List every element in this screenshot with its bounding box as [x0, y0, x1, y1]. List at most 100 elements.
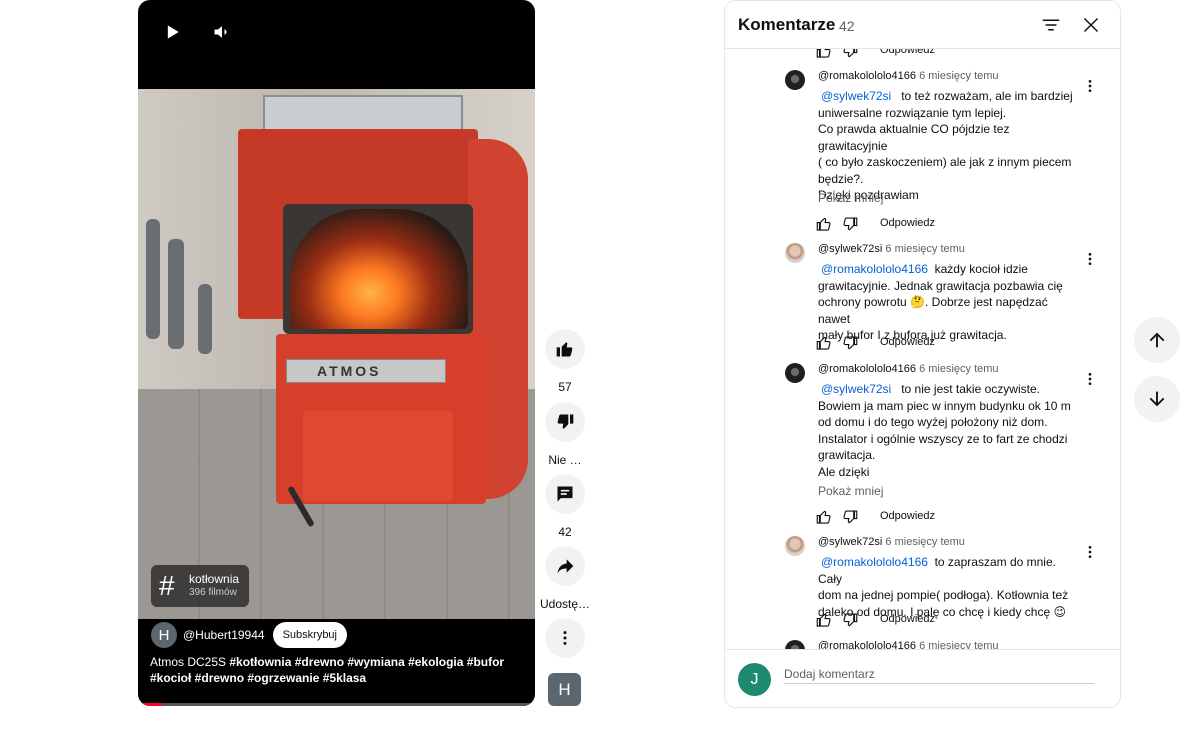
reply-button[interactable]: Odpowiedz: [880, 613, 935, 625]
comment-actions: Odpowiedz: [815, 215, 1015, 233]
comment-menu-icon[interactable]: [1082, 371, 1098, 387]
comment-time: 6 miesięcy temu: [885, 536, 965, 548]
reply-button[interactable]: Odpowiedz: [880, 510, 935, 522]
comment-author[interactable]: @sylwek72si: [818, 536, 882, 548]
comment-avatar[interactable]: [785, 640, 805, 649]
comment-icon: [557, 486, 573, 502]
dislike-action: Nie …: [545, 402, 585, 467]
comment-meta: @romakolololo4166 6 miesięcy temu: [818, 363, 999, 375]
channel-mini-avatar[interactable]: H: [548, 673, 581, 706]
thumbs-up-icon: [556, 342, 573, 357]
comment-actions: Odpowiedz: [815, 508, 1015, 526]
thumbs-down-icon[interactable]: [841, 508, 859, 526]
comment-mention[interactable]: @romakolololo4166: [821, 262, 928, 276]
comment-avatar[interactable]: [785, 243, 805, 263]
share-label: Udostę…: [539, 597, 591, 611]
hashtag-chip[interactable]: # kotłownia 396 filmów: [151, 565, 249, 607]
thumbs-up-icon[interactable]: [815, 611, 833, 629]
comments-list[interactable]: Odpowiedz @romakolololo4166 6 miesięcy t…: [725, 49, 1120, 649]
channel-avatar[interactable]: H: [151, 622, 177, 648]
comments-button[interactable]: [545, 474, 585, 514]
share-icon: [557, 559, 574, 574]
volume-icon[interactable]: [210, 20, 234, 44]
comment-mention[interactable]: @sylwek72si: [821, 89, 891, 103]
comment-meta: @sylwek72si 6 miesięcy temu: [818, 243, 965, 255]
comment-author[interactable]: @romakolololo4166: [818, 640, 916, 649]
comment-mention[interactable]: @romakolololo4166: [821, 555, 928, 569]
thumbs-up-icon[interactable]: [815, 508, 833, 526]
comments-title: Komentarze: [738, 15, 836, 34]
play-icon[interactable]: [160, 20, 184, 44]
thumbs-down-icon[interactable]: [841, 215, 859, 233]
video-player[interactable]: ATMOS # kotłownia 396 filmów H @Hubert19…: [138, 0, 535, 706]
close-icon[interactable]: [1080, 14, 1102, 36]
comment-avatar[interactable]: [785, 536, 805, 556]
comment-actions: Odpowiedz: [815, 334, 1015, 352]
sort-icon[interactable]: [1040, 14, 1062, 36]
subscribe-button[interactable]: Subskrybuj: [272, 622, 347, 648]
arrow-up-icon: [1149, 332, 1165, 348]
video-title-tags-1[interactable]: #kotłownia #drewno #wymiana #ekologia #b…: [229, 655, 504, 669]
more-button[interactable]: [545, 618, 585, 658]
thumbs-down-icon[interactable]: [841, 611, 859, 629]
comment-actions-previous: Odpowiedz: [815, 49, 1015, 60]
comment-avatar[interactable]: [785, 70, 805, 90]
comments-panel: Odpowiedz @romakolololo4166 6 miesięcy t…: [724, 0, 1121, 708]
shorts-page: ATMOS # kotłownia 396 filmów H @Hubert19…: [0, 0, 1200, 739]
comment-menu-icon[interactable]: [1082, 78, 1098, 94]
comment-mention[interactable]: @sylwek72si: [821, 382, 891, 396]
hashtag-icon: #: [159, 570, 175, 601]
comment-author[interactable]: @romakolololo4166: [818, 70, 916, 82]
previous-video-button[interactable]: [1134, 317, 1180, 363]
comment-time: 6 miesięcy temu: [919, 640, 999, 649]
comment-text: @romakolololo4166 każdy kocioł idzie gra…: [818, 262, 1063, 342]
reply-button[interactable]: Odpowiedz: [880, 336, 935, 348]
comment-author[interactable]: @sylwek72si: [818, 243, 882, 255]
thumbs-up-icon[interactable]: [815, 49, 833, 60]
show-less-button[interactable]: Pokaż mniej: [818, 191, 883, 205]
comments-action: 42: [545, 474, 585, 539]
add-comment-input[interactable]: [784, 664, 1094, 684]
more-action: [545, 618, 585, 658]
comment-menu-icon[interactable]: [1082, 544, 1098, 560]
like-button[interactable]: [545, 329, 585, 369]
channel-handle[interactable]: @Hubert19944: [183, 628, 265, 642]
progress-bar-fill: [138, 703, 162, 706]
fire-image: [290, 209, 468, 329]
comment-author[interactable]: @romakolololo4166: [818, 363, 916, 375]
video-title-tags-2[interactable]: #kocioł #drewno #ogrzewanie #5klasa: [150, 671, 366, 685]
dislike-button[interactable]: [545, 402, 585, 442]
thumbs-down-icon[interactable]: [841, 334, 859, 352]
dislike-label: Nie …: [548, 453, 582, 467]
thumbs-up-icon[interactable]: [815, 215, 833, 233]
comments-count-header: 42: [839, 18, 855, 34]
thumbs-up-icon[interactable]: [815, 334, 833, 352]
hashtag-name: kotłownia: [189, 572, 240, 586]
reply-button[interactable]: Odpowiedz: [880, 217, 935, 229]
share-button[interactable]: [545, 546, 585, 586]
comment-time: 6 miesięcy temu: [919, 70, 999, 82]
comments-count: 42: [558, 525, 572, 539]
share-action: Udostę…: [540, 546, 590, 611]
like-action: 57: [545, 329, 585, 394]
progress-bar[interactable]: [138, 703, 535, 706]
video-frame: ATMOS: [138, 89, 535, 619]
comment-time: 6 miesięcy temu: [885, 243, 965, 255]
channel-row: H @Hubert19944 Subskrybuj: [151, 622, 347, 648]
thumbs-down-icon[interactable]: [841, 49, 859, 60]
show-less-button[interactable]: Pokaż mniej: [818, 484, 883, 498]
comment-menu-icon[interactable]: [1082, 251, 1098, 267]
comment-text: @sylwek72si to nie jest takie oczywiste.…: [818, 382, 1071, 479]
video-title-text: Atmos DC25S: [150, 655, 230, 669]
comment-avatar[interactable]: [785, 363, 805, 383]
thumbs-down-icon: [557, 414, 574, 429]
next-video-button[interactable]: [1134, 376, 1180, 422]
comment-time: 6 miesięcy temu: [919, 363, 999, 375]
more-vert-icon: [563, 631, 567, 645]
user-avatar: J: [738, 663, 771, 696]
comment-text: @sylwek72si to też rozważam, ale im bard…: [818, 89, 1073, 202]
reply-button[interactable]: Odpowiedz: [880, 49, 935, 56]
video-title: Atmos DC25S #kotłownia #drewno #wymiana …: [150, 654, 520, 686]
like-count: 57: [558, 380, 572, 394]
comment-meta: @romakolololo4166 6 miesięcy temu: [818, 70, 999, 82]
